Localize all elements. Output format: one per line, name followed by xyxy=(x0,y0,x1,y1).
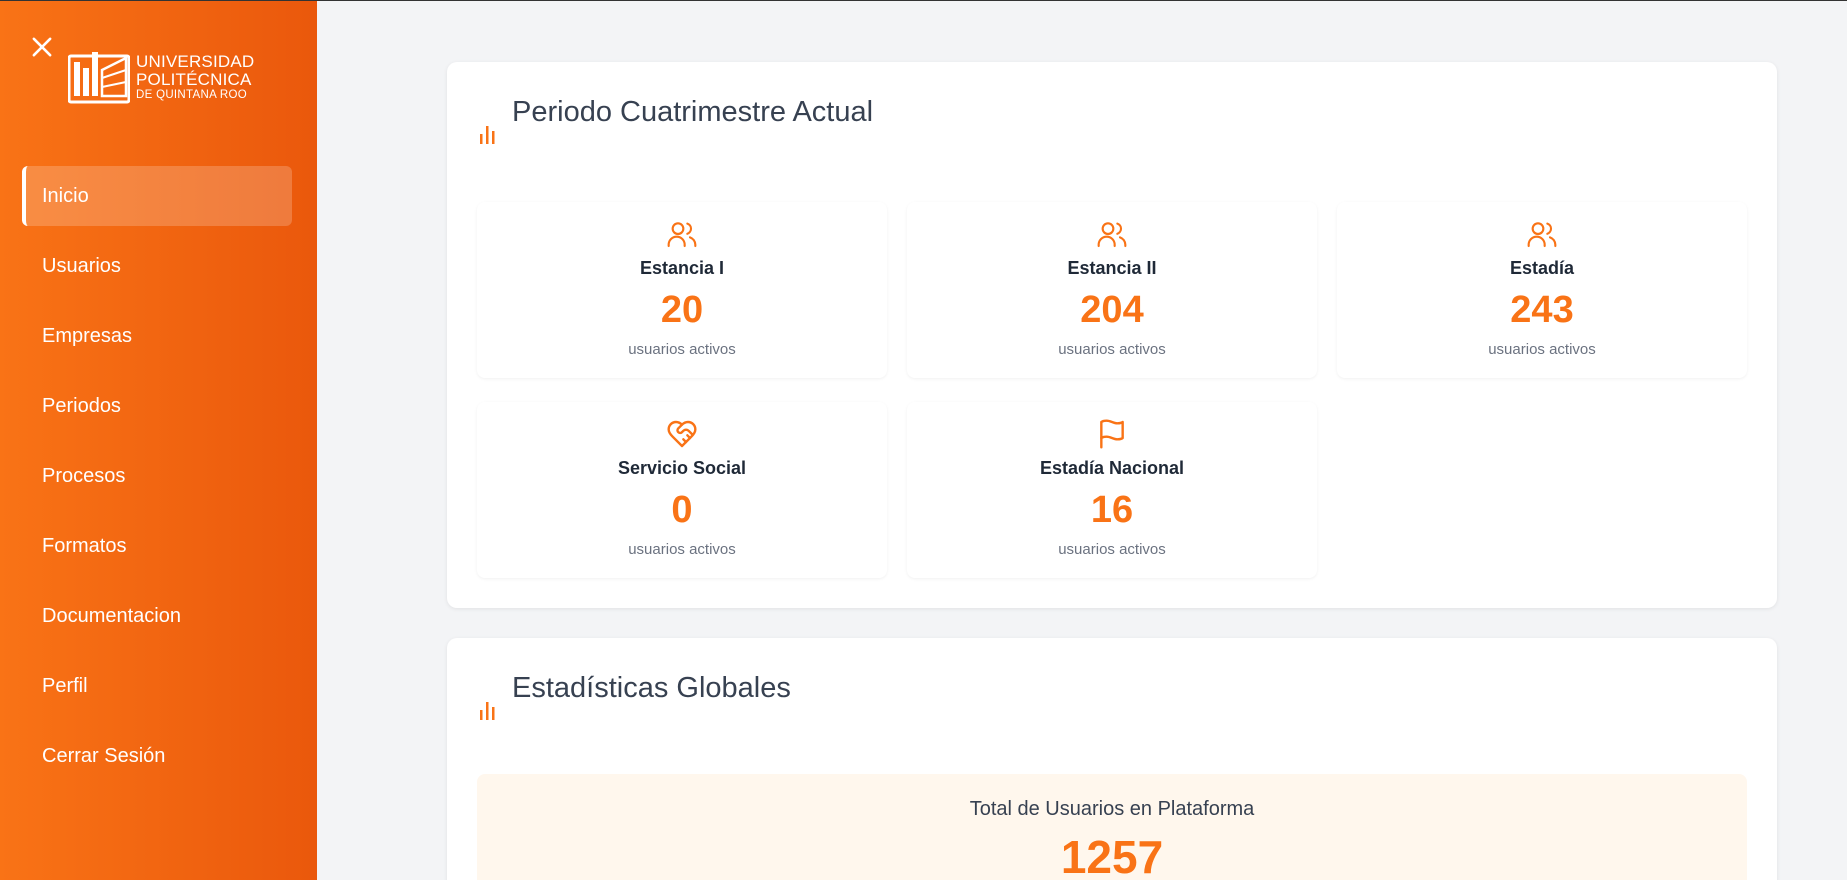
stat-value: 0 xyxy=(671,489,693,531)
stat-caption: usuarios activos xyxy=(628,541,736,558)
sidebar-item-usuarios[interactable]: Usuarios xyxy=(22,236,292,296)
total-users-value: 1257 xyxy=(1060,831,1164,880)
stat-label: Estadía xyxy=(1509,258,1575,278)
current-period-card: Periodo Cuatrimestre Actual Estancia I 2… xyxy=(447,62,1777,608)
stat-label: Servicio Social xyxy=(617,458,747,478)
stat-caption: usuarios activos xyxy=(1488,341,1596,358)
logo-text-line1: UNIVERSIDAD xyxy=(136,52,255,72)
stat-value: 16 xyxy=(1090,489,1134,531)
stat-card-servicio-social: Servicio Social 0 usuarios activos xyxy=(477,402,887,578)
logo-text-line2: POLITÉCNICA xyxy=(136,69,252,89)
sidebar-item-formatos[interactable]: Formatos xyxy=(22,516,292,576)
stat-card-estadia-nacional: Estadía Nacional 16 usuarios activos xyxy=(907,402,1317,578)
stat-label: Estancia I xyxy=(639,258,725,278)
sidebar-item-perfil[interactable]: Perfil xyxy=(22,656,292,716)
sidebar-item-inicio[interactable]: Inicio xyxy=(22,166,292,226)
stat-card-estadia: Estadía 243 usuarios activos xyxy=(1337,202,1747,378)
sidebar: UNIVERSIDAD POLITÉCNICA DE QUINTANA ROO … xyxy=(0,1,317,880)
stat-label: Estancia II xyxy=(1067,258,1157,278)
close-icon xyxy=(32,37,52,57)
users-icon xyxy=(667,222,697,248)
sidebar-item-empresas[interactable]: Empresas xyxy=(22,306,292,366)
card-title: Periodo Cuatrimestre Actual xyxy=(512,96,874,128)
users-icon xyxy=(1527,222,1557,248)
sidebar-item-label: Inicio xyxy=(42,184,89,207)
sidebar-item-label: Empresas xyxy=(42,324,133,347)
sidebar-nav: Inicio Usuarios Empresas Periodos Proces… xyxy=(22,166,292,796)
sidebar-item-documentacion[interactable]: Documentacion xyxy=(22,586,292,646)
logo-text-line3: DE QUINTANA ROO xyxy=(136,88,247,101)
sidebar-item-cerrar-sesion[interactable]: Cerrar Sesión xyxy=(22,726,292,786)
sidebar-item-label: Procesos xyxy=(42,464,126,487)
sidebar-item-label: Cerrar Sesión xyxy=(42,744,166,767)
close-sidebar-button[interactable] xyxy=(28,33,56,61)
stat-value: 204 xyxy=(1080,289,1144,331)
bar-chart-icon xyxy=(480,702,495,720)
university-building-icon xyxy=(68,52,130,104)
sidebar-item-label: Perfil xyxy=(42,674,88,697)
stat-caption: usuarios activos xyxy=(628,341,736,358)
stat-card-estancia-2: Estancia II 204 usuarios activos xyxy=(907,202,1317,378)
sidebar-item-label: Documentacion xyxy=(42,604,181,627)
sidebar-item-label: Periodos xyxy=(42,394,121,417)
stat-value: 243 xyxy=(1510,289,1574,331)
flag-icon xyxy=(1100,419,1124,449)
stat-value: 20 xyxy=(660,289,704,331)
sidebar-item-label: Usuarios xyxy=(42,254,121,277)
sidebar-item-procesos[interactable]: Procesos xyxy=(22,446,292,506)
sidebar-item-label: Formatos xyxy=(42,534,127,557)
stat-label: Estadía Nacional xyxy=(1039,458,1185,478)
users-icon xyxy=(1097,222,1127,248)
bar-chart-icon xyxy=(480,126,495,144)
sidebar-item-periodos[interactable]: Periodos xyxy=(22,376,292,436)
card-title: Estadísticas Globales xyxy=(512,672,791,704)
total-users-panel: Total de Usuarios en Plataforma 1257 xyxy=(477,774,1747,880)
university-logo: UNIVERSIDAD POLITÉCNICA DE QUINTANA ROO xyxy=(68,50,254,104)
heart-handshake-icon xyxy=(667,420,697,448)
stat-caption: usuarios activos xyxy=(1058,341,1166,358)
global-stats-card: Estadísticas Globales Total de Usuarios … xyxy=(447,638,1777,880)
total-users-label: Total de Usuarios en Plataforma xyxy=(969,798,1255,820)
stat-card-estancia-1: Estancia I 20 usuarios activos xyxy=(477,202,887,378)
stat-caption: usuarios activos xyxy=(1058,541,1166,558)
